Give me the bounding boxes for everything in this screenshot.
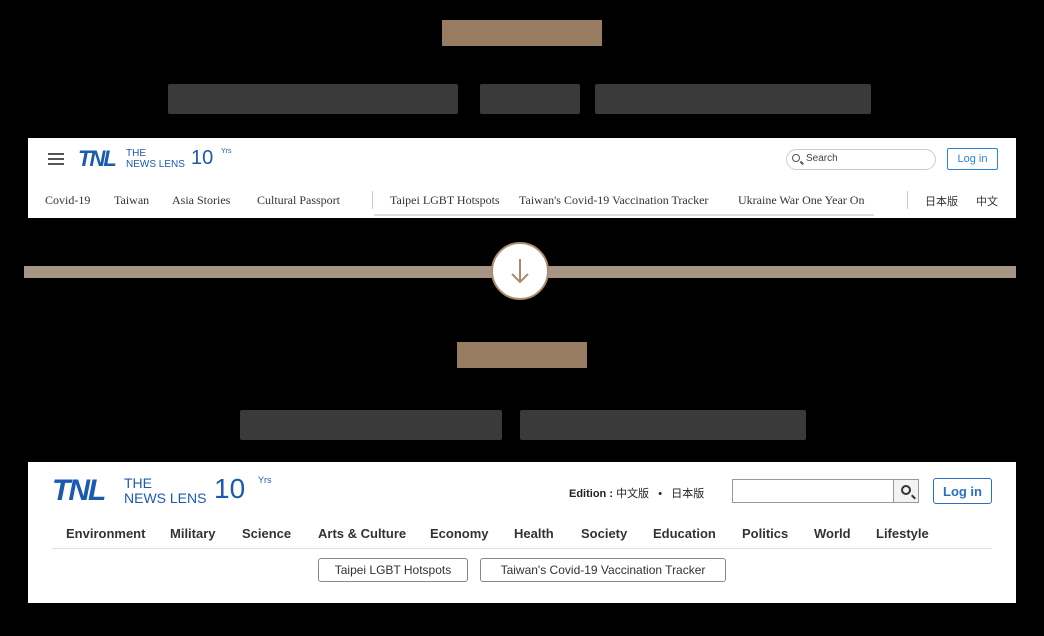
before-logo-line1: THE xyxy=(126,148,146,159)
after-logo-anniv: 10 xyxy=(214,473,246,504)
before-nav-item[interactable]: Cultural Passport xyxy=(257,193,340,208)
nav-item-society[interactable]: Society xyxy=(581,526,627,541)
nav-item-arts-culture[interactable]: Arts & Culture xyxy=(318,526,406,541)
nav-item-lifestyle[interactable]: Lifestyle xyxy=(876,526,929,541)
after-logo-anniv-suffix: Yrs xyxy=(258,475,272,485)
arrow-down-icon xyxy=(491,242,549,300)
before-top-bar: TNL THE NEWS LENS 10 Yrs Search Log in xyxy=(28,138,1016,182)
nav-item-economy[interactable]: Economy xyxy=(430,526,489,541)
before-search-placeholder: Search xyxy=(806,153,838,164)
before-subheading-blurred-3 xyxy=(595,84,871,114)
before-subheading-blurred xyxy=(168,84,458,114)
nav-item-health[interactable]: Health xyxy=(514,526,554,541)
before-logo-mark[interactable]: TNL xyxy=(78,146,117,172)
edition-zh[interactable]: 中文版 xyxy=(616,487,649,500)
search-icon xyxy=(901,485,911,495)
nav-item-world[interactable]: World xyxy=(814,526,851,541)
before-heading-glyphs xyxy=(442,20,602,46)
after-heading xyxy=(0,336,1044,377)
before-topic-item[interactable]: Taiwan's Covid-19 Vaccination Tracker xyxy=(519,193,708,208)
after-category-nav: Environment Military Science Arts & Cult… xyxy=(52,522,992,549)
before-logo-line2: NEWS LENS xyxy=(126,158,185,170)
edition-switcher: Edition : 中文版 • 日本版 xyxy=(569,485,704,501)
search-icon xyxy=(792,154,800,162)
before-search-input[interactable]: Search xyxy=(786,149,936,170)
before-nav-item[interactable]: Covid-19 xyxy=(45,193,90,208)
topic-pill-lgbt-hotspots[interactable]: Taipei LGBT Hotspots xyxy=(318,558,468,582)
before-logo-anniv: 10 xyxy=(191,147,214,169)
after-heading-glyphs xyxy=(457,342,587,368)
after-logo-text: THE NEWS LENS xyxy=(124,476,206,505)
before-nav-item[interactable]: Taiwan xyxy=(114,193,149,208)
edition-dot: • xyxy=(658,488,663,500)
hamburger-menu-icon[interactable] xyxy=(48,153,64,165)
before-nav-bar: Covid-19 Taiwan Asia Stories Cultural Pa… xyxy=(28,182,1016,218)
before-logo-anniv-suffix: Yrs xyxy=(221,148,232,155)
before-login-button[interactable]: Log in xyxy=(947,148,998,170)
nav-divider xyxy=(907,191,908,209)
after-subheading-blurred xyxy=(240,410,502,440)
after-logo-mark[interactable]: TNL xyxy=(52,474,106,508)
before-topic-item[interactable]: Taipei LGBT Hotspots xyxy=(390,193,500,208)
topic-pill-vaccination-tracker[interactable]: Taiwan's Covid-19 Vaccination Tracker xyxy=(480,558,726,582)
after-search-input[interactable] xyxy=(732,479,894,503)
before-edition-zh[interactable]: 中文 xyxy=(976,193,998,209)
nav-divider xyxy=(372,191,373,209)
before-site-header: TNL THE NEWS LENS 10 Yrs Search Log in C… xyxy=(28,138,1016,218)
after-logo-line2: NEWS LENS xyxy=(124,489,207,506)
nav-item-politics[interactable]: Politics xyxy=(742,526,788,541)
before-topic-item[interactable]: Ukraine War One Year On xyxy=(738,193,878,208)
after-logo-line1: THE xyxy=(124,475,152,491)
nav-item-science[interactable]: Science xyxy=(242,526,291,541)
nav-item-military[interactable]: Military xyxy=(170,526,216,541)
after-login-button[interactable]: Log in xyxy=(933,478,992,504)
before-heading xyxy=(0,14,1044,59)
nav-item-education[interactable]: Education xyxy=(653,526,716,541)
after-subheading-blurred-2 xyxy=(520,410,806,440)
edition-label: Edition : xyxy=(569,488,613,500)
nav-item-environment[interactable]: Environment xyxy=(66,526,145,541)
search-button[interactable] xyxy=(893,479,919,503)
before-nav-item[interactable]: Asia Stories xyxy=(172,193,230,208)
after-site-header: TNL THE NEWS LENS 10 Yrs Edition : 中文版 •… xyxy=(28,462,1016,603)
before-subheading-blurred-2 xyxy=(480,84,580,114)
edition-jp[interactable]: 日本版 xyxy=(671,487,704,500)
before-logo-text: THE NEWS LENS xyxy=(126,148,185,170)
before-edition-jp[interactable]: 日本版 xyxy=(925,193,958,209)
before-topic-scroll-track xyxy=(374,214,874,216)
arrow-down-glyph xyxy=(511,259,529,284)
